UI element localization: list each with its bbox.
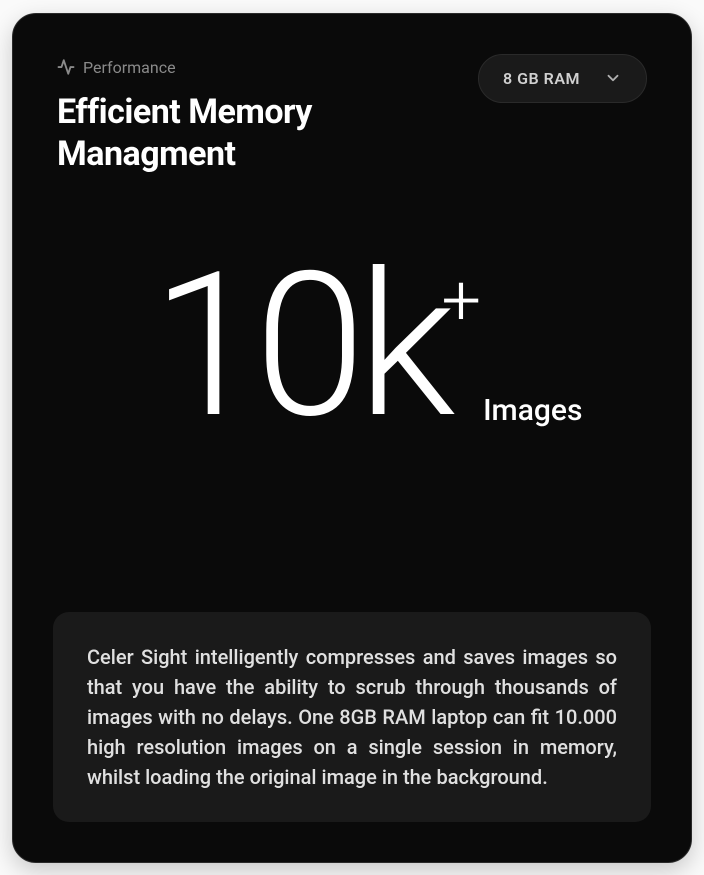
chevron-down-icon — [604, 69, 622, 87]
hero-value: 10k — [152, 246, 448, 446]
category-tag: Performance — [57, 58, 478, 77]
performance-card: Performance Efficient Memory Managment 8… — [12, 13, 692, 863]
activity-icon — [57, 58, 75, 76]
dropdown-selected-label: 8 GB RAM — [503, 69, 580, 88]
category-label: Performance — [83, 58, 176, 77]
ram-selector-dropdown[interactable]: 8 GB RAM — [478, 54, 647, 103]
description-text: Celer Sight intelligently compresses and… — [87, 642, 617, 792]
description-panel: Celer Sight intelligently compresses and… — [53, 612, 651, 822]
card-title: Efficient Memory Managment — [57, 91, 478, 176]
header-left: Performance Efficient Memory Managment — [57, 58, 478, 176]
hero-unit: Images — [483, 393, 582, 428]
card-header: Performance Efficient Memory Managment 8… — [57, 58, 647, 176]
hero-metric: 10k + Images — [57, 246, 647, 446]
hero-suffix: + — [442, 260, 482, 342]
